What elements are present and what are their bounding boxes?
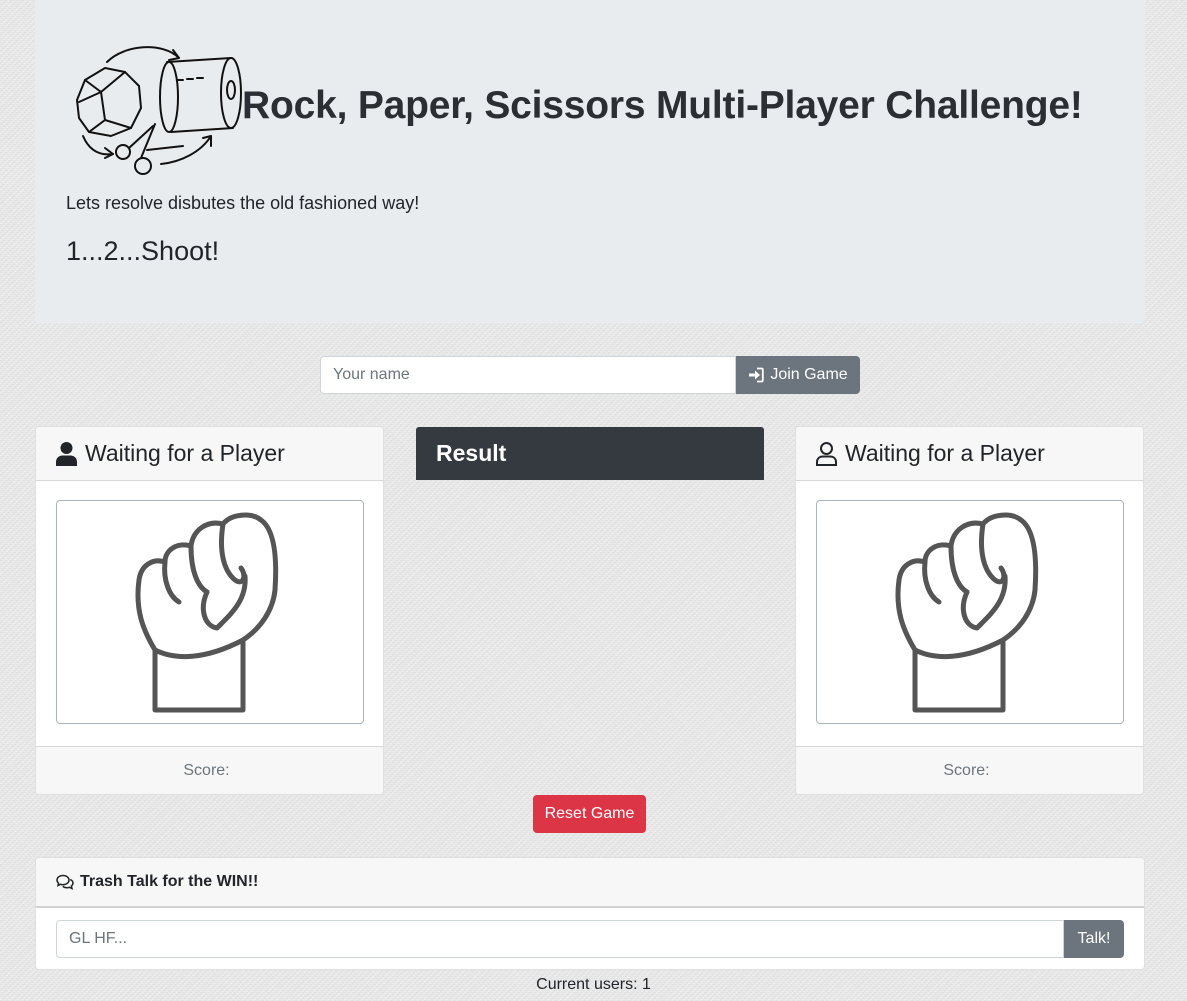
name-input[interactable] <box>320 356 736 394</box>
user-outline-icon <box>816 441 837 466</box>
talk-button[interactable]: Talk! <box>1064 920 1124 958</box>
player-two-body <box>796 481 1143 746</box>
page-title: Rock, Paper, Scissors Multi-Player Chall… <box>242 84 1083 127</box>
player-one-score-label: Score: <box>183 762 230 779</box>
comments-icon <box>56 874 74 890</box>
player-two-hand[interactable] <box>816 500 1124 724</box>
player-one-card: Waiting for a Player Score: <box>35 426 384 795</box>
tagline: Lets resolve disbutes the old fashioned … <box>66 193 420 213</box>
player-one-body <box>36 481 383 746</box>
user-solid-icon <box>56 441 77 466</box>
countdown-heading: 1...2...Shoot! <box>66 236 220 266</box>
chat-input[interactable] <box>56 920 1064 958</box>
result-header: Result <box>416 427 764 480</box>
chat-form: Talk! <box>36 908 1144 969</box>
jumbotron-header: Rock, Paper, Scissors Multi-Player Chall… <box>35 0 1145 323</box>
player-one-status: Waiting for a Player <box>85 440 285 466</box>
chat-header: Trash Talk for the WIN!! <box>36 858 1144 908</box>
player-two-card: Waiting for a Player Score: <box>795 426 1144 795</box>
chat-title: Trash Talk for the WIN!! <box>80 873 259 890</box>
player-one-header: Waiting for a Player <box>36 427 383 481</box>
fist-icon <box>895 512 1039 712</box>
player-one-hand[interactable] <box>56 500 364 724</box>
chat-card: Trash Talk for the WIN!! Talk! <box>35 857 1145 970</box>
player-two-header: Waiting for a Player <box>796 427 1143 481</box>
rock-paper-scissors-logo-icon <box>76 46 242 175</box>
current-users-count: Current users: 1 <box>536 976 651 993</box>
reset-game-button[interactable]: Reset Game <box>533 795 646 833</box>
sign-in-icon <box>749 367 765 383</box>
join-game-form: Join Game <box>320 356 860 394</box>
join-game-label: Join Game <box>770 366 848 383</box>
player-two-status: Waiting for a Player <box>845 440 1045 466</box>
join-game-button[interactable]: Join Game <box>736 356 860 394</box>
fist-icon <box>135 512 279 712</box>
player-two-score-label: Score: <box>943 762 990 779</box>
player-two-footer: Score: <box>796 746 1143 794</box>
player-one-footer: Score: <box>36 746 383 794</box>
